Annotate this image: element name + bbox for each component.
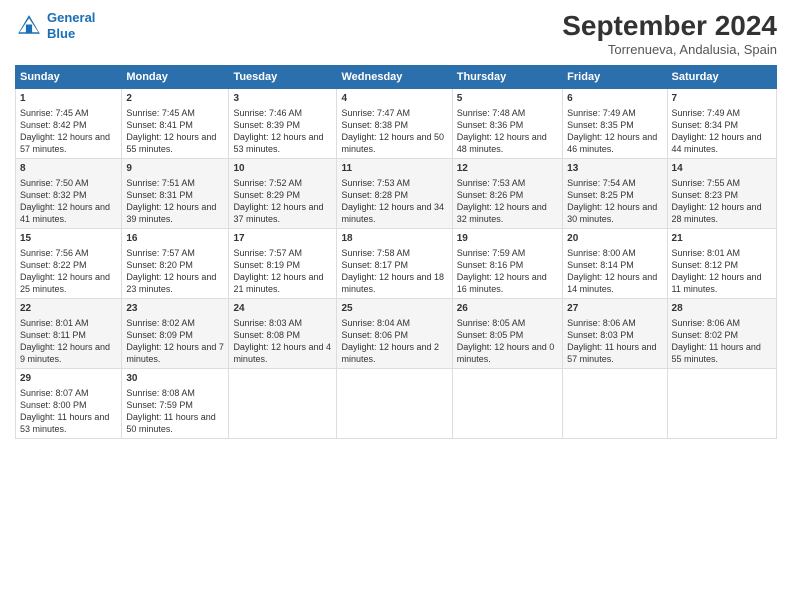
calendar-cell-11: 11Sunrise: 7:53 AMSunset: 8:28 PMDayligh…	[337, 159, 452, 229]
calendar-cell-19: 19Sunrise: 7:59 AMSunset: 8:16 PMDayligh…	[452, 229, 562, 299]
calendar-cell-2: 2Sunrise: 7:45 AMSunset: 8:41 PMDaylight…	[122, 89, 229, 159]
logo-line2: Blue	[47, 26, 75, 41]
week-row-2: 8Sunrise: 7:50 AMSunset: 8:32 PMDaylight…	[16, 159, 777, 229]
day-number: 2	[126, 92, 224, 106]
day-number: 28	[672, 302, 772, 316]
calendar-table: Sunday Monday Tuesday Wednesday Thursday…	[15, 65, 777, 439]
col-sunday: Sunday	[16, 66, 122, 89]
day-number: 23	[126, 302, 224, 316]
calendar-cell-15: 15Sunrise: 7:56 AMSunset: 8:22 PMDayligh…	[16, 229, 122, 299]
day-number: 11	[341, 162, 447, 176]
calendar-cell-12: 12Sunrise: 7:53 AMSunset: 8:26 PMDayligh…	[452, 159, 562, 229]
empty-cell	[452, 369, 562, 439]
day-number: 6	[567, 92, 662, 106]
day-number: 10	[233, 162, 332, 176]
calendar-cell-25: 25Sunrise: 8:04 AMSunset: 8:06 PMDayligh…	[337, 299, 452, 369]
day-number: 18	[341, 232, 447, 246]
day-number: 29	[20, 372, 117, 386]
calendar-cell-30: 30Sunrise: 8:08 AMSunset: 7:59 PMDayligh…	[122, 369, 229, 439]
calendar-cell-26: 26Sunrise: 8:05 AMSunset: 8:05 PMDayligh…	[452, 299, 562, 369]
logo-line1: General	[47, 10, 95, 25]
day-number: 30	[126, 372, 224, 386]
logo-icon	[15, 12, 43, 40]
day-number: 4	[341, 92, 447, 106]
col-saturday: Saturday	[667, 66, 776, 89]
calendar-cell-29: 29Sunrise: 8:07 AMSunset: 8:00 PMDayligh…	[16, 369, 122, 439]
day-number: 7	[672, 92, 772, 106]
calendar-cell-24: 24Sunrise: 8:03 AMSunset: 8:08 PMDayligh…	[229, 299, 337, 369]
col-thursday: Thursday	[452, 66, 562, 89]
day-number: 16	[126, 232, 224, 246]
day-number: 8	[20, 162, 117, 176]
day-number: 3	[233, 92, 332, 106]
day-number: 19	[457, 232, 558, 246]
calendar-cell-17: 17Sunrise: 7:57 AMSunset: 8:19 PMDayligh…	[229, 229, 337, 299]
day-number: 21	[672, 232, 772, 246]
empty-cell	[229, 369, 337, 439]
day-number: 26	[457, 302, 558, 316]
subtitle: Torrenueva, Andalusia, Spain	[562, 42, 777, 57]
header: General Blue September 2024 Torrenueva, …	[15, 10, 777, 57]
calendar-cell-5: 5Sunrise: 7:48 AMSunset: 8:36 PMDaylight…	[452, 89, 562, 159]
logo: General Blue	[15, 10, 95, 41]
calendar-cell-28: 28Sunrise: 8:06 AMSunset: 8:02 PMDayligh…	[667, 299, 776, 369]
day-number: 13	[567, 162, 662, 176]
week-row-3: 15Sunrise: 7:56 AMSunset: 8:22 PMDayligh…	[16, 229, 777, 299]
week-row-1: 1Sunrise: 7:45 AMSunset: 8:42 PMDaylight…	[16, 89, 777, 159]
day-number: 15	[20, 232, 117, 246]
calendar-cell-9: 9Sunrise: 7:51 AMSunset: 8:31 PMDaylight…	[122, 159, 229, 229]
calendar-cell-1: 1Sunrise: 7:45 AMSunset: 8:42 PMDaylight…	[16, 89, 122, 159]
calendar-cell-23: 23Sunrise: 8:02 AMSunset: 8:09 PMDayligh…	[122, 299, 229, 369]
main-title: September 2024	[562, 10, 777, 42]
day-number: 12	[457, 162, 558, 176]
calendar-body: 1Sunrise: 7:45 AMSunset: 8:42 PMDaylight…	[16, 89, 777, 439]
title-block: September 2024 Torrenueva, Andalusia, Sp…	[562, 10, 777, 57]
day-number: 1	[20, 92, 117, 106]
calendar-cell-4: 4Sunrise: 7:47 AMSunset: 8:38 PMDaylight…	[337, 89, 452, 159]
col-friday: Friday	[563, 66, 667, 89]
day-number: 17	[233, 232, 332, 246]
col-wednesday: Wednesday	[337, 66, 452, 89]
header-row: Sunday Monday Tuesday Wednesday Thursday…	[16, 66, 777, 89]
calendar-cell-16: 16Sunrise: 7:57 AMSunset: 8:20 PMDayligh…	[122, 229, 229, 299]
calendar-cell-27: 27Sunrise: 8:06 AMSunset: 8:03 PMDayligh…	[563, 299, 667, 369]
page: General Blue September 2024 Torrenueva, …	[0, 0, 792, 612]
day-number: 27	[567, 302, 662, 316]
day-number: 5	[457, 92, 558, 106]
calendar-cell-7: 7Sunrise: 7:49 AMSunset: 8:34 PMDaylight…	[667, 89, 776, 159]
calendar-cell-8: 8Sunrise: 7:50 AMSunset: 8:32 PMDaylight…	[16, 159, 122, 229]
empty-cell	[667, 369, 776, 439]
col-tuesday: Tuesday	[229, 66, 337, 89]
day-number: 14	[672, 162, 772, 176]
day-number: 20	[567, 232, 662, 246]
day-number: 25	[341, 302, 447, 316]
calendar-cell-13: 13Sunrise: 7:54 AMSunset: 8:25 PMDayligh…	[563, 159, 667, 229]
day-number: 22	[20, 302, 117, 316]
logo-text: General Blue	[47, 10, 95, 41]
calendar-cell-20: 20Sunrise: 8:00 AMSunset: 8:14 PMDayligh…	[563, 229, 667, 299]
calendar-cell-3: 3Sunrise: 7:46 AMSunset: 8:39 PMDaylight…	[229, 89, 337, 159]
week-row-5: 29Sunrise: 8:07 AMSunset: 8:00 PMDayligh…	[16, 369, 777, 439]
calendar-cell-21: 21Sunrise: 8:01 AMSunset: 8:12 PMDayligh…	[667, 229, 776, 299]
day-number: 24	[233, 302, 332, 316]
calendar-cell-22: 22Sunrise: 8:01 AMSunset: 8:11 PMDayligh…	[16, 299, 122, 369]
empty-cell	[337, 369, 452, 439]
calendar-cell-14: 14Sunrise: 7:55 AMSunset: 8:23 PMDayligh…	[667, 159, 776, 229]
day-number: 9	[126, 162, 224, 176]
col-monday: Monday	[122, 66, 229, 89]
week-row-4: 22Sunrise: 8:01 AMSunset: 8:11 PMDayligh…	[16, 299, 777, 369]
empty-cell	[563, 369, 667, 439]
calendar-cell-10: 10Sunrise: 7:52 AMSunset: 8:29 PMDayligh…	[229, 159, 337, 229]
calendar-cell-6: 6Sunrise: 7:49 AMSunset: 8:35 PMDaylight…	[563, 89, 667, 159]
calendar-cell-18: 18Sunrise: 7:58 AMSunset: 8:17 PMDayligh…	[337, 229, 452, 299]
